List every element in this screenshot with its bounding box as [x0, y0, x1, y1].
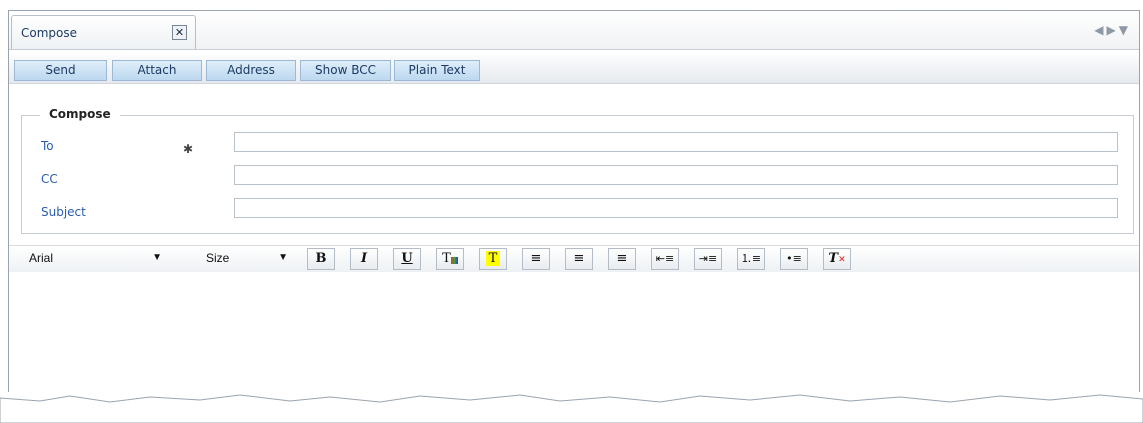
address-button[interactable]: Address [206, 60, 296, 81]
text-color-button[interactable]: T [436, 248, 464, 270]
fieldset-legend: Compose [40, 107, 120, 121]
italic-button[interactable]: I [350, 248, 378, 270]
message-body-editor[interactable] [9, 272, 1139, 409]
cc-label: CC [41, 172, 58, 186]
clear-format-button[interactable]: T✕ [823, 248, 851, 270]
tab-navigation: ◀▶▼ [1094, 23, 1131, 37]
size-select-value: Size [206, 251, 230, 265]
color-swatch-icon [450, 257, 458, 264]
tab-label: Compose [21, 26, 78, 40]
scroll-left-icon[interactable]: ◀ [1094, 23, 1106, 37]
required-icon: ✱ [183, 142, 194, 156]
indent-icon: ⇥≡ [698, 252, 718, 265]
tab-compose[interactable]: Compose ✕ [11, 15, 196, 49]
align-right-icon: ≡ [616, 251, 628, 266]
highlight-icon: T [485, 251, 501, 266]
tab-menu-icon[interactable]: ▼ [1119, 23, 1131, 37]
send-button[interactable]: Send [14, 60, 107, 81]
text-color-icon: T [442, 251, 451, 266]
unordered-list-icon: •≡ [786, 252, 802, 265]
remove-icon: ✕ [838, 255, 846, 265]
to-field[interactable] [234, 132, 1118, 152]
attach-button[interactable]: Attach [112, 60, 202, 81]
tab-bar: Compose ✕ ◀▶▼ [9, 11, 1139, 50]
bold-button[interactable]: B [307, 248, 335, 270]
underline-button[interactable]: U [393, 248, 421, 270]
action-toolbar: Send Attach Address Show BCC Plain Text [9, 55, 1139, 84]
ordered-list-button[interactable]: ⒈≡ [737, 248, 765, 270]
cc-field[interactable] [234, 165, 1118, 185]
subject-label: Subject [41, 205, 86, 219]
align-right-button[interactable]: ≡ [608, 248, 636, 270]
subject-field[interactable] [234, 198, 1118, 218]
scroll-right-icon[interactable]: ▶ [1107, 23, 1119, 37]
show-bcc-button[interactable]: Show BCC [300, 60, 391, 81]
align-center-button[interactable]: ≡ [565, 248, 593, 270]
outdent-button[interactable]: ⇤≡ [651, 248, 679, 270]
indent-button[interactable]: ⇥≡ [694, 248, 722, 270]
close-icon[interactable]: ✕ [172, 25, 187, 40]
plain-text-button[interactable]: Plain Text [394, 60, 480, 81]
compose-window: Compose ✕ ◀▶▼ Send Attach Address Show B… [8, 10, 1140, 410]
chevron-down-icon: ▼ [278, 252, 288, 263]
font-select-value: Arial [29, 251, 54, 265]
compose-fieldset: Compose To ✱ CC Subject [21, 107, 1134, 234]
align-left-icon: ≡ [530, 251, 542, 266]
unordered-list-button[interactable]: •≡ [780, 248, 808, 270]
clear-format-icon: T [828, 251, 839, 266]
align-left-button[interactable]: ≡ [522, 248, 550, 270]
outdent-icon: ⇤≡ [655, 252, 675, 265]
to-label: To [41, 139, 54, 153]
size-select[interactable]: Size ▼ [206, 250, 288, 266]
chevron-down-icon: ▼ [152, 252, 162, 263]
ordered-list-icon: ⒈≡ [740, 252, 762, 265]
font-select[interactable]: Arial ▼ [29, 250, 162, 266]
formatting-toolbar: Arial ▼ Size ▼ B I U T T ≡ ≡ ≡ ⇤≡ ⇥≡ ⒈≡ … [9, 245, 1139, 273]
align-center-icon: ≡ [573, 251, 585, 266]
torn-edge-decoration [0, 392, 1143, 423]
highlight-button[interactable]: T [479, 248, 507, 270]
